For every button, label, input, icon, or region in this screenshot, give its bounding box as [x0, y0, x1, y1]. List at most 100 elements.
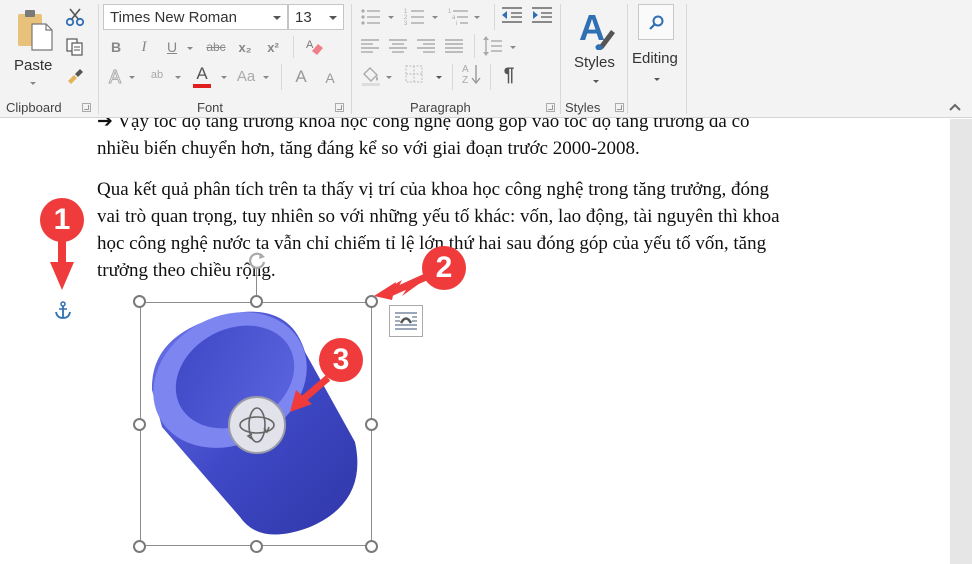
bullets-dropdown-caret[interactable] — [388, 16, 394, 19]
bold-button[interactable]: B — [107, 38, 125, 56]
font-dialog-launcher[interactable] — [335, 103, 344, 112]
paragraph-line: trưởng theo chiều rộng. — [97, 260, 276, 281]
separator — [494, 4, 495, 30]
svg-text:A: A — [306, 39, 314, 51]
format-painter-button[interactable] — [64, 64, 86, 86]
italic-button[interactable]: I — [135, 38, 153, 56]
change-case-button[interactable]: Aa — [233, 66, 259, 86]
shading-dropdown-caret[interactable] — [386, 76, 392, 79]
paragraph-group: 123 1ai A Z ¶ Paragraph — [352, 0, 560, 118]
paragraph-2: Qua kết quả phân tích trên ta thấy vị tr… — [97, 176, 917, 284]
align-center-icon[interactable] — [388, 38, 408, 54]
font-color-button[interactable]: A — [191, 64, 213, 90]
change-case-dropdown-caret[interactable] — [263, 76, 269, 79]
resize-handle-top-left[interactable] — [133, 295, 146, 308]
svg-text:Z: Z — [462, 75, 468, 86]
resize-handle-right[interactable] — [365, 418, 378, 431]
styles-dialog-launcher[interactable] — [615, 103, 624, 112]
subscript-button[interactable]: x₂ — [235, 38, 255, 56]
decrease-indent-icon[interactable] — [500, 6, 524, 24]
styles-button[interactable]: A Styles — [565, 4, 627, 92]
numbering-dropdown-caret[interactable] — [432, 16, 438, 19]
strikethrough-button[interactable]: abc — [203, 38, 229, 56]
show-formatting-button[interactable]: ¶ — [498, 64, 520, 88]
font-group: Times New Roman 13 B I U abc x₂ x² A A a… — [99, 0, 351, 118]
resize-handle-top-right[interactable] — [365, 295, 378, 308]
font-color-swatch — [193, 84, 211, 88]
styles-group-label: Styles — [565, 100, 601, 115]
shading-icon[interactable] — [360, 64, 382, 86]
clipboard-group-label: Clipboard — [6, 100, 62, 115]
text-effects-dropdown-caret[interactable] — [129, 76, 135, 79]
svg-text:A: A — [462, 64, 469, 75]
anchor-marker[interactable] — [54, 301, 72, 321]
align-right-icon[interactable] — [416, 38, 436, 54]
borders-dropdown-caret[interactable] — [436, 76, 442, 79]
clear-formatting-icon: A — [306, 39, 323, 55]
3d-rotate-control[interactable] — [228, 396, 286, 454]
chevron-down-icon — [273, 16, 281, 20]
increase-indent-icon[interactable] — [530, 6, 554, 24]
highlight-button[interactable]: ab — [145, 64, 169, 86]
font-group-label: Font — [197, 100, 224, 115]
layout-options-button[interactable] — [389, 305, 423, 337]
resize-handle-bottom-right[interactable] — [365, 540, 378, 553]
clear-formatting-button[interactable]: A — [303, 36, 327, 58]
resize-handle-top[interactable] — [250, 295, 263, 308]
rotate-handle[interactable] — [246, 248, 268, 270]
line-spacing-icon[interactable] — [482, 35, 504, 57]
vertical-scrollbar[interactable] — [950, 119, 972, 564]
separator — [686, 4, 687, 114]
resize-handle-bottom-left[interactable] — [133, 540, 146, 553]
paragraph-dialog-launcher[interactable] — [546, 103, 555, 112]
format-painter-icon — [68, 69, 83, 84]
paragraph-group-label: Paragraph — [410, 100, 471, 115]
separator — [490, 64, 491, 90]
svg-text:A: A — [579, 7, 605, 48]
font-size-combo[interactable]: 13 — [288, 4, 344, 30]
highlight-dropdown-caret[interactable] — [175, 76, 181, 79]
paragraph-line: học công nghệ nước ta vẫn chỉ chiếm tỉ l… — [97, 233, 767, 254]
text-effects-button[interactable]: A — [105, 66, 125, 88]
svg-text:i: i — [456, 21, 457, 26]
paste-button[interactable]: Paste — [10, 4, 58, 94]
copy-button[interactable] — [64, 36, 86, 58]
borders-icon[interactable] — [404, 64, 424, 84]
paste-dropdown-caret — [30, 82, 36, 85]
paragraph-line: vai trò quan trọng, tuy nhiên so với nhữ… — [97, 206, 780, 227]
multilevel-dropdown-caret[interactable] — [474, 16, 480, 19]
bullets-icon[interactable] — [360, 8, 382, 26]
shrink-font-button[interactable]: A — [321, 68, 339, 88]
numbering-icon[interactable]: 123 — [404, 8, 426, 26]
underline-button[interactable]: U — [163, 38, 181, 56]
underline-dropdown-caret[interactable] — [187, 47, 193, 50]
font-name-combo[interactable]: Times New Roman — [103, 4, 288, 30]
resize-handle-bottom[interactable] — [250, 540, 263, 553]
separator — [281, 64, 282, 90]
superscript-button[interactable]: x² — [263, 38, 283, 56]
collapse-ribbon-button[interactable] — [946, 100, 964, 114]
editing-button[interactable]: Editing — [632, 4, 686, 90]
resize-handle-left[interactable] — [133, 418, 146, 431]
multilevel-list-icon[interactable]: 1ai — [448, 8, 470, 26]
font-size-value: 13 — [295, 9, 312, 26]
cut-button[interactable] — [64, 6, 86, 28]
justify-icon[interactable] — [444, 38, 464, 54]
align-left-icon[interactable] — [360, 38, 380, 54]
styles-dropdown-caret — [593, 80, 599, 83]
rotate-icon — [249, 252, 266, 269]
paste-icon — [18, 10, 53, 51]
line-spacing-dropdown-caret[interactable] — [510, 46, 516, 49]
clipboard-dialog-launcher[interactable] — [82, 103, 91, 112]
annotation-badge-2: 2 — [422, 246, 466, 290]
paste-label: Paste — [14, 57, 53, 74]
paragraph-line: Qua kết quả phân tích trên ta thấy vị tr… — [97, 179, 769, 200]
find-icon-box — [638, 4, 674, 40]
separator — [474, 34, 475, 58]
grow-font-button[interactable]: A — [291, 66, 311, 88]
3d-rotate-icon — [239, 407, 275, 443]
copy-icon — [66, 38, 83, 56]
font-color-dropdown-caret[interactable] — [221, 76, 227, 79]
sort-icon[interactable]: A Z — [460, 62, 482, 86]
styles-icon: A — [579, 7, 615, 50]
